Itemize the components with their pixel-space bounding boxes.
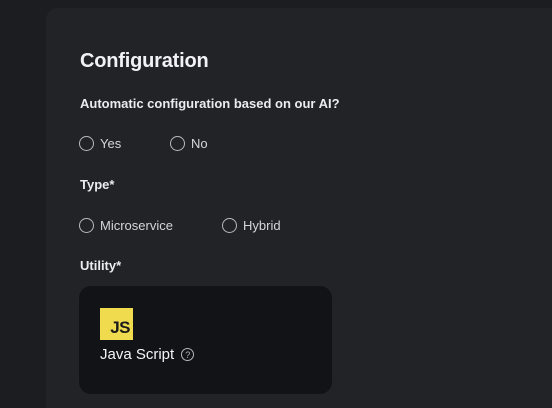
- radio-circle[interactable]: [222, 218, 237, 233]
- auto-config-question: Automatic configuration based on our AI?: [80, 96, 340, 111]
- help-circle-icon[interactable]: ?: [181, 348, 195, 361]
- radio-no[interactable]: No: [170, 136, 208, 151]
- radio-microservice[interactable]: Microservice: [79, 218, 173, 233]
- utility-card-javascript[interactable]: JS Java Script ?: [79, 286, 332, 394]
- utility-label: Utility*: [80, 258, 122, 273]
- radio-label: Microservice: [100, 218, 173, 233]
- logo-text: JS: [110, 318, 130, 337]
- radio-circle[interactable]: [170, 136, 185, 151]
- radio-yes[interactable]: Yes: [79, 136, 121, 151]
- utility-card-name: Java Script: [100, 346, 175, 363]
- radio-label: Yes: [100, 136, 122, 151]
- radio-hybrid[interactable]: Hybrid: [222, 218, 281, 233]
- radio-circle[interactable]: [79, 136, 94, 151]
- page-title: Configuration: [80, 50, 209, 72]
- utility-card-title: Java Script ?: [100, 346, 195, 363]
- radio-label: Hybrid: [243, 218, 281, 233]
- radio-label: No: [191, 136, 208, 151]
- javascript-logo-icon: JS: [100, 308, 133, 340]
- type-label: Type*: [80, 177, 115, 192]
- radio-circle[interactable]: [79, 218, 94, 233]
